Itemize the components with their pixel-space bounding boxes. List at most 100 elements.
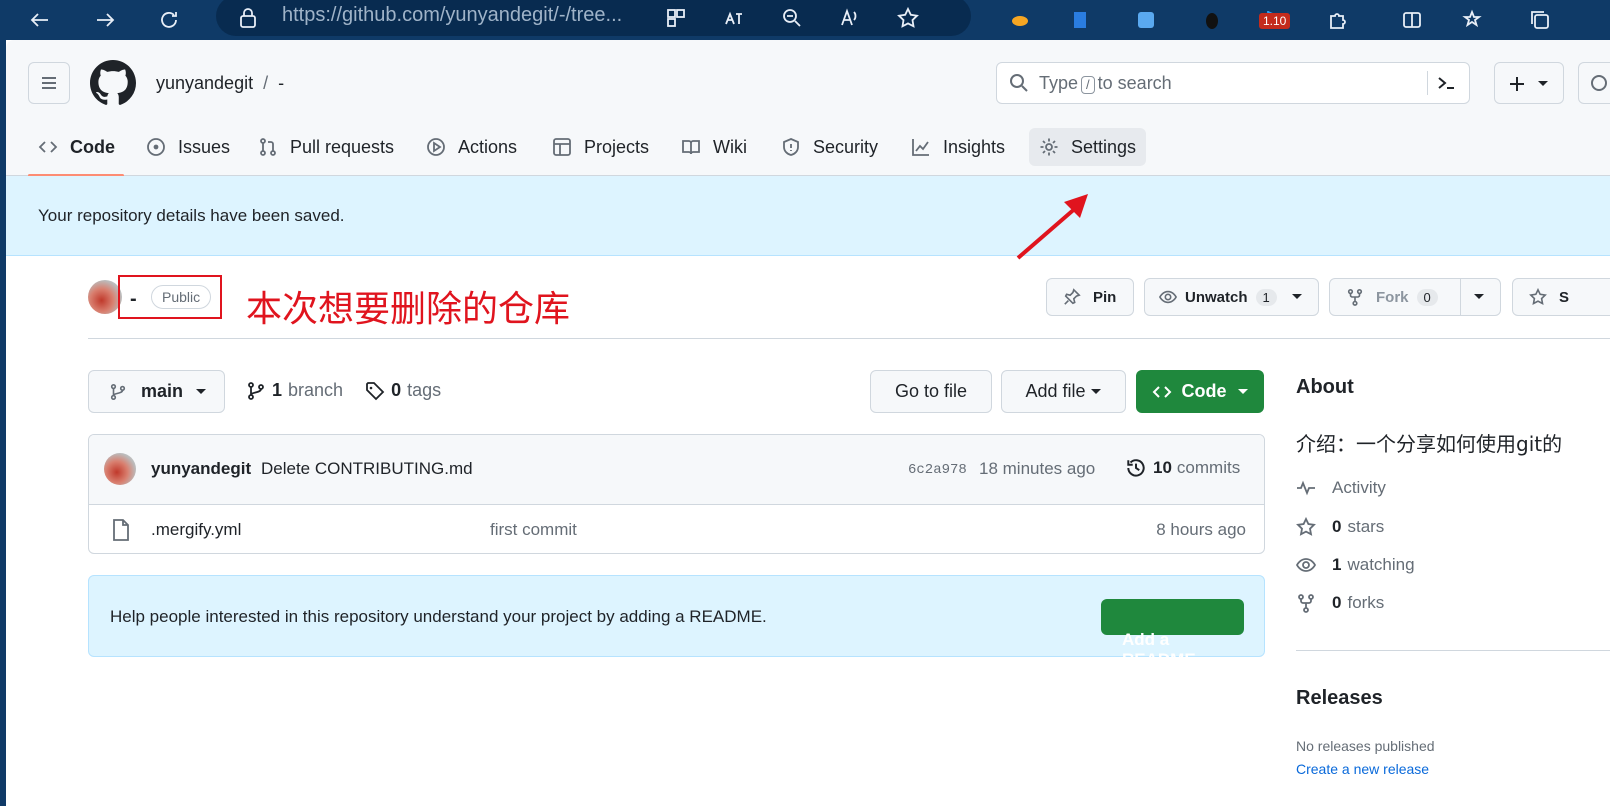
book-icon	[682, 140, 700, 155]
github-page: yunyandegit / - Type / to search Code Issues…	[6, 40, 1610, 806]
breadcrumb: yunyandegit / -	[156, 73, 284, 94]
code-icon	[1152, 385, 1171, 398]
unwatch-button[interactable]: Unwatch 1	[1144, 278, 1319, 316]
file-name[interactable]: .mergify.yml	[151, 520, 241, 540]
owner-avatar[interactable]	[88, 280, 122, 314]
tab-actions[interactable]: Actions	[416, 128, 527, 166]
repo-name[interactable]: -	[130, 288, 137, 311]
readme-prompt: Help people interested in this repositor…	[88, 575, 1265, 669]
fork-button[interactable]: Fork 0	[1329, 278, 1501, 316]
stars-word: stars	[1347, 517, 1385, 536]
breadcrumb-separator: /	[263, 73, 269, 93]
pull-request-icon	[260, 138, 276, 156]
file-time: 8 hours ago	[1156, 520, 1246, 539]
star-label: S	[1559, 288, 1570, 306]
github-logo-icon[interactable]	[90, 60, 136, 106]
fork-count: 0	[1416, 288, 1438, 306]
file-list: yunyandegit Delete CONTRIBUTING.md 6c2a9…	[88, 434, 1265, 554]
refresh-icon[interactable]	[153, 4, 185, 36]
add-readme-label: Add a README	[1122, 630, 1196, 669]
shield-icon	[783, 138, 799, 156]
breadcrumb-owner[interactable]: yunyandegit	[156, 73, 253, 93]
tab-wiki[interactable]: Wiki	[671, 128, 757, 166]
apps-icon[interactable]	[660, 2, 692, 34]
extension-bird-icon[interactable]	[1004, 4, 1036, 36]
tab-settings[interactable]: Settings	[1029, 128, 1147, 166]
go-to-file-button[interactable]: Go to file	[870, 370, 992, 413]
add-readme-button[interactable]: Add a README	[1101, 599, 1244, 669]
commit-author[interactable]: yunyandegit	[151, 459, 251, 479]
go-to-file-label: Go to file	[894, 381, 968, 401]
forks-count: 0	[1332, 593, 1342, 612]
tag-count[interactable]: 0	[391, 380, 401, 401]
collections-icon[interactable]	[1524, 4, 1556, 36]
extensions-puzzle-icon[interactable]	[1322, 4, 1354, 36]
fork-label: Fork	[1376, 288, 1409, 306]
extension-arrow-icon[interactable]	[1064, 4, 1096, 36]
breadcrumb-repo[interactable]: -	[278, 73, 284, 93]
tab-issues[interactable]: Issues	[136, 128, 240, 166]
split-screen-icon[interactable]	[1396, 4, 1428, 36]
code-button[interactable]: Code	[1136, 370, 1264, 413]
releases-heading[interactable]: Releases	[1296, 687, 1383, 710]
search-input[interactable]: Type / to search	[996, 62, 1470, 104]
search-icon	[1010, 74, 1028, 92]
commit-message[interactable]: Delete CONTRIBUTING.md	[261, 459, 473, 479]
tab-insights[interactable]: Insights	[901, 128, 1015, 166]
stars-link[interactable]: 0 stars	[1296, 517, 1384, 537]
pin-label: Pin	[1093, 288, 1117, 306]
watching-word: watching	[1347, 555, 1415, 574]
translate-icon[interactable]	[718, 2, 750, 34]
read-aloud-icon[interactable]	[834, 2, 866, 34]
commits-link[interactable]: 10 commits	[1125, 457, 1240, 479]
command-palette-button[interactable]	[1427, 71, 1457, 95]
favorite-star-icon[interactable]	[892, 2, 924, 34]
star-button[interactable]: S	[1512, 278, 1610, 316]
branch-word[interactable]: branch	[288, 380, 343, 401]
pin-button[interactable]: Pin	[1046, 278, 1134, 316]
branch-count[interactable]: 1	[272, 380, 282, 401]
activity-link[interactable]: Activity	[1296, 478, 1386, 498]
forks-link[interactable]: 0 forks	[1296, 593, 1384, 613]
create-release-link[interactable]: Create a new release	[1296, 761, 1429, 777]
tab-label: Insights	[943, 136, 1006, 157]
stars-count: 0	[1332, 517, 1342, 536]
tag-word[interactable]: tags	[407, 380, 441, 401]
star-icon	[1296, 517, 1316, 536]
forward-icon[interactable]	[89, 4, 121, 36]
history-icon	[1127, 459, 1145, 477]
search-placeholder: Type / to search	[1039, 73, 1172, 94]
favorites-icon[interactable]	[1458, 4, 1490, 36]
commit-time: 18 minutes ago	[979, 459, 1096, 478]
tab-projects[interactable]: Projects	[542, 128, 659, 166]
zoom-out-icon[interactable]	[776, 2, 808, 34]
back-icon[interactable]	[24, 4, 56, 36]
branch-selector[interactable]: main	[88, 370, 225, 413]
file-commit-message[interactable]: first commit	[490, 520, 577, 540]
create-new-button[interactable]	[1494, 62, 1564, 104]
commit-hash[interactable]: 6c2a978	[908, 462, 967, 478]
table-row[interactable]: .mergify.yml first commit 8 hours ago	[89, 505, 1264, 553]
fork-icon	[1347, 288, 1363, 306]
play-icon	[427, 138, 445, 156]
tab-code[interactable]: Code	[28, 128, 125, 166]
chevron-down-icon	[1291, 294, 1302, 299]
tab-pull-requests[interactable]: Pull requests	[248, 128, 404, 166]
tab-label: Wiki	[713, 136, 747, 157]
issues-shortcut-button[interactable]	[1578, 62, 1610, 104]
url-text: https://github.com/yunyandegit/-/tree...	[282, 4, 623, 26]
commit-count: 10	[1153, 458, 1172, 477]
avatar[interactable]	[104, 453, 136, 485]
extension-penguin-icon[interactable]	[1196, 4, 1228, 36]
browser-toolbar: https://github.com/yunyandegit/-/tree...…	[0, 0, 1610, 40]
address-bar[interactable]: https://github.com/yunyandegit/-/tree...	[216, 0, 971, 36]
tab-label: Security	[813, 136, 879, 157]
extension-q-icon[interactable]	[1130, 4, 1162, 36]
branch-tag-info: 1 branch 0 tags	[246, 380, 441, 401]
menu-button[interactable]	[28, 62, 70, 104]
tab-security[interactable]: Security	[771, 128, 888, 166]
tab-label: Settings	[1071, 136, 1137, 157]
watching-link[interactable]: 1 watching	[1296, 555, 1415, 575]
add-file-button[interactable]: Add file	[1001, 370, 1126, 413]
git-branch-icon	[110, 383, 126, 400]
